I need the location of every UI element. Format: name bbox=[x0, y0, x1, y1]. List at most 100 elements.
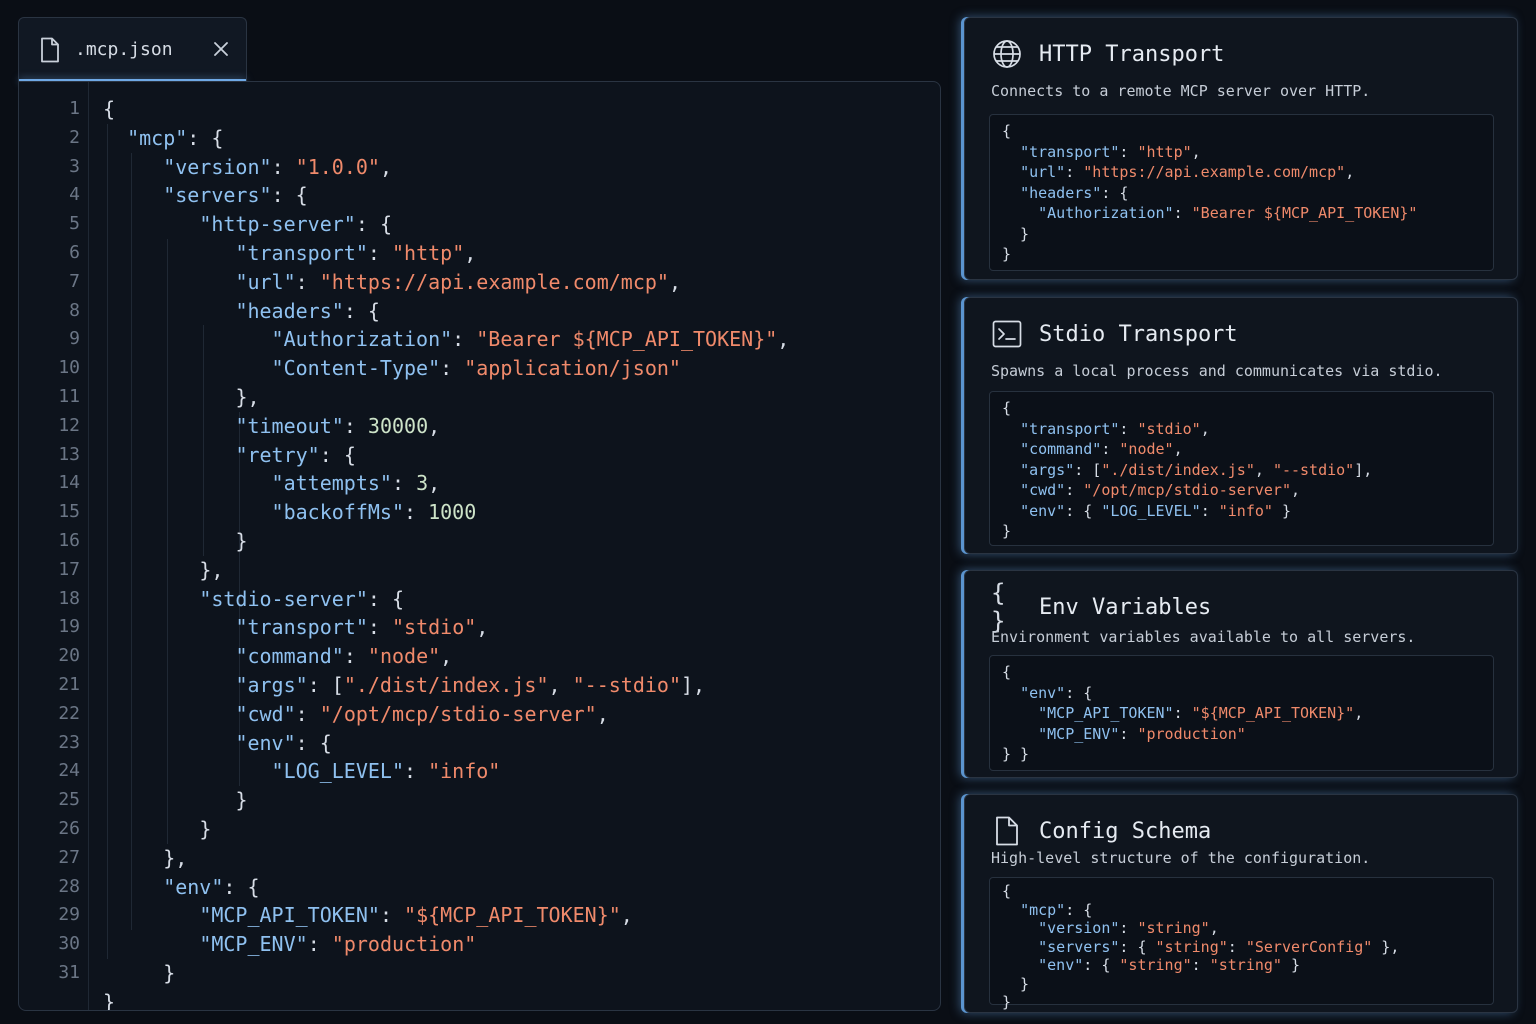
line-number: 5 bbox=[69, 213, 80, 235]
code-line: "command": "node", bbox=[235, 642, 452, 671]
json-punctuation: : bbox=[452, 327, 477, 352]
snippet-line: "servers": { "string": "ServerConfig" }, bbox=[1002, 938, 1399, 957]
json-punctuation bbox=[1002, 919, 1038, 937]
snippet-line: } bbox=[1002, 993, 1011, 1012]
json-key: "command" bbox=[235, 644, 344, 669]
line-number: 16 bbox=[58, 530, 80, 551]
json-punctuation: , bbox=[1291, 481, 1301, 499]
json-string: "Bearer ${MCP_API_TOKEN}" bbox=[476, 327, 778, 352]
file-icon bbox=[39, 37, 61, 63]
json-key: "transport" bbox=[235, 241, 368, 265]
json-punctuation: : bbox=[404, 500, 429, 525]
indent-guide bbox=[131, 152, 133, 931]
code-editor[interactable]: 1 2 3 4 5 6 7 8 9 10 11 12 13 14 15 16 17 18 19 20 21 22 23 24 2… bbox=[18, 81, 941, 1011]
line-number: 18 bbox=[58, 587, 80, 609]
json-key: "env" bbox=[1020, 683, 1066, 702]
json-punctuation: } bbox=[103, 989, 116, 1011]
indent-guide bbox=[107, 123, 108, 959]
card-http-transport: HTTP Transport Connects to a remote MCP … bbox=[964, 17, 1518, 280]
line-number: 30 bbox=[58, 933, 80, 955]
json-punctuation bbox=[1002, 901, 1020, 919]
json-punctuation: : { bbox=[271, 183, 308, 208]
json-punctuation: } bbox=[1002, 522, 1012, 540]
globe-icon bbox=[991, 38, 1023, 70]
json-key: "backoffMs" bbox=[271, 500, 404, 525]
json-punctuation: : bbox=[1119, 919, 1138, 937]
code-line: } bbox=[163, 959, 175, 988]
code-line: "LOG_LEVEL": "info" bbox=[272, 757, 501, 786]
json-key: "headers" bbox=[235, 298, 344, 323]
card-title: Config Schema bbox=[1039, 818, 1212, 844]
json-punctuation: , bbox=[1254, 460, 1273, 479]
json-punctuation: : { bbox=[343, 298, 380, 323]
snippet-line: "url": "https://api.example.com/mcp", bbox=[1002, 162, 1354, 183]
json-key: "Authorization" bbox=[271, 327, 453, 352]
json-punctuation: , bbox=[379, 154, 392, 179]
snippet-line: "env": { "LOG_LEVEL": "info" } bbox=[1002, 501, 1291, 522]
json-key: "Authorization" bbox=[1038, 204, 1174, 222]
line-number: 10 bbox=[58, 357, 80, 379]
json-punctuation: } bbox=[1272, 501, 1291, 520]
json-punctuation: } bbox=[235, 529, 248, 553]
json-punctuation: , bbox=[1200, 419, 1210, 438]
json-key: "transport" bbox=[235, 615, 368, 640]
json-punctuation: : { bbox=[1101, 183, 1129, 202]
code-line: "mcp": { bbox=[127, 124, 223, 153]
line-number: 31 bbox=[58, 962, 80, 983]
json-string: "Bearer ${MCP_API_TOKEN}" bbox=[1191, 204, 1418, 222]
snippet-line: { bbox=[1002, 398, 1011, 419]
json-string: "/opt/mcp/stdio-server" bbox=[319, 701, 597, 726]
json-key: "LOG_LEVEL" bbox=[271, 759, 404, 784]
snippet-line: "Authorization": "Bearer ${MCP_API_TOKEN… bbox=[1002, 203, 1417, 224]
card-description: Connects to a remote MCP server over HTT… bbox=[991, 82, 1371, 100]
snippet-line: { bbox=[1002, 882, 1011, 901]
json-string: "${MCP_API_TOKEN}" bbox=[404, 903, 621, 928]
card-stdio-transport: Stdio Transport Spawns a local process a… bbox=[964, 297, 1518, 554]
code-content[interactable]: {"mcp": {"version": "1.0.0", "servers": {… bbox=[103, 95, 940, 1010]
json-key: "env" bbox=[163, 874, 224, 899]
code-line: "backoffMs": 1000 bbox=[272, 498, 477, 527]
json-string: "node" bbox=[367, 644, 441, 669]
tab-mcp-json[interactable]: .mcp.json bbox=[18, 17, 247, 82]
snippet-line: "MCP_ENV": "production" bbox=[1002, 724, 1246, 745]
card-description: High-level structure of the configuratio… bbox=[991, 849, 1371, 867]
line-number: 15 bbox=[58, 501, 80, 523]
json-punctuation bbox=[1002, 440, 1020, 458]
json-punctuation: } bbox=[199, 817, 212, 841]
card-description: Spawns a local process and communicates … bbox=[991, 362, 1443, 380]
line-number: 11 bbox=[58, 386, 80, 407]
json-punctuation: : bbox=[1227, 937, 1246, 956]
json-punctuation: : bbox=[404, 759, 429, 784]
json-punctuation bbox=[1002, 461, 1020, 479]
json-key: "servers" bbox=[163, 183, 272, 208]
code-line: { bbox=[103, 95, 115, 124]
json-punctuation: : bbox=[1173, 204, 1192, 222]
code-line: }, bbox=[163, 844, 187, 873]
json-key: "env" bbox=[1020, 501, 1066, 520]
json-punctuation: : { bbox=[1065, 900, 1093, 919]
json-key: "MCP_ENV" bbox=[199, 932, 308, 957]
json-punctuation bbox=[1002, 938, 1038, 956]
json-string: "1.0.0" bbox=[295, 154, 380, 179]
snippet-line: "headers": { bbox=[1002, 183, 1128, 204]
json-punctuation bbox=[1002, 704, 1038, 722]
line-number: 24 bbox=[58, 760, 80, 782]
line-number: 28 bbox=[58, 875, 80, 897]
json-key: "transport" bbox=[1020, 142, 1120, 161]
code-line: "cwd": "/opt/mcp/stdio-server", bbox=[235, 700, 608, 729]
snippet-line: "args": ["./dist/index.js", "--stdio"], bbox=[1002, 460, 1372, 481]
json-punctuation: : { bbox=[1065, 501, 1102, 520]
line-number: 20 bbox=[58, 645, 80, 667]
json-string: "string" bbox=[1209, 956, 1282, 974]
json-punctuation: , bbox=[1173, 440, 1183, 458]
code-line: "version": "1.0.0", bbox=[163, 153, 392, 182]
json-punctuation: } } bbox=[1002, 745, 1030, 763]
indent-guide bbox=[203, 325, 205, 556]
close-icon[interactable] bbox=[212, 40, 230, 58]
json-key: "url" bbox=[235, 269, 296, 294]
json-string: "${MCP_API_TOKEN}" bbox=[1191, 704, 1355, 722]
json-punctuation: : bbox=[367, 241, 392, 265]
line-number: 12 bbox=[58, 414, 80, 436]
snippet-line: } bbox=[1002, 975, 1029, 994]
json-punctuation: : bbox=[1101, 440, 1120, 458]
